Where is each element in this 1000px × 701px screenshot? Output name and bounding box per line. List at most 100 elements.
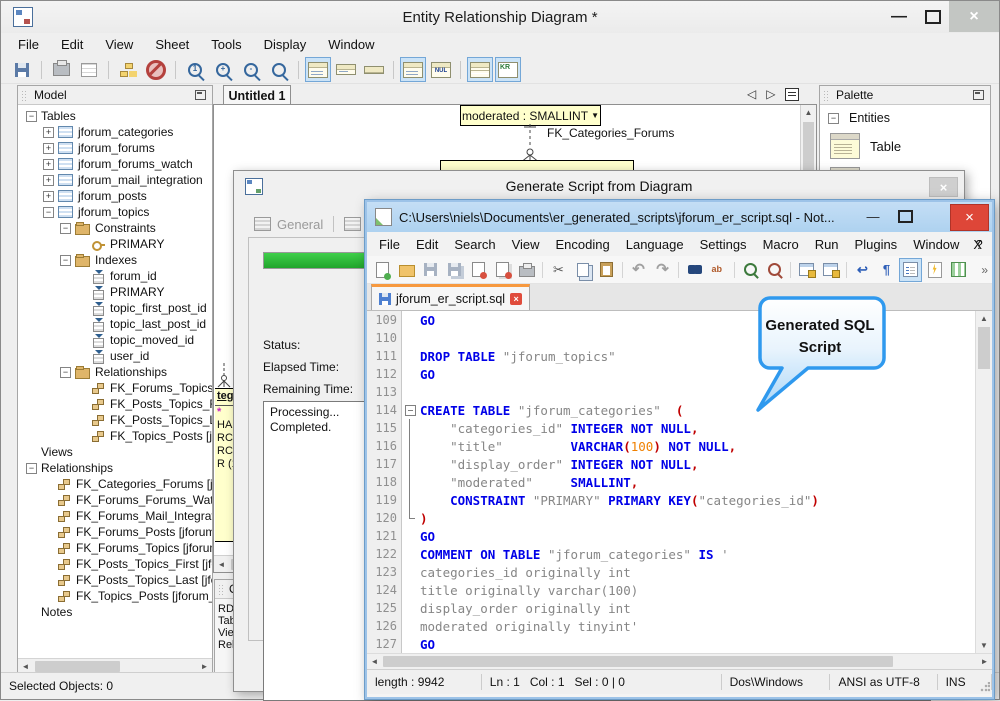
notepad-menu-edit[interactable]: Edit <box>408 234 446 255</box>
tree-item[interactable]: FK_Forums_Forums_Watch <box>18 492 212 508</box>
tree-item[interactable]: +jforum_categories <box>18 124 212 140</box>
tree-item[interactable]: +jforum_forums_watch <box>18 156 212 172</box>
tree-item[interactable]: −Constraints <box>18 220 212 236</box>
grid-icon[interactable] <box>76 57 102 82</box>
tree-item[interactable]: PRIMARY <box>18 284 212 300</box>
tree-expander-icon[interactable]: − <box>60 223 71 234</box>
collapse-icon[interactable]: − <box>828 113 839 124</box>
replace-icon[interactable] <box>707 258 730 282</box>
tab-second-icon[interactable] <box>344 217 361 231</box>
auto-layout-icon[interactable] <box>115 57 141 82</box>
scroll-up-icon[interactable]: ▲ <box>801 105 816 120</box>
cut-icon[interactable] <box>547 258 570 282</box>
view-types-icon[interactable] <box>400 57 426 82</box>
tree-expander-icon[interactable]: + <box>43 143 54 154</box>
notepad-menu-language[interactable]: Language <box>618 234 692 255</box>
notepad-menu-settings[interactable]: Settings <box>692 234 755 255</box>
tree-expander-icon[interactable]: + <box>43 175 54 186</box>
tree-item[interactable]: topic_first_post_id <box>18 300 212 316</box>
tree-expander-icon[interactable]: + <box>43 159 54 170</box>
fold-start-icon[interactable] <box>403 401 417 419</box>
find-icon[interactable] <box>683 258 706 282</box>
tree-item[interactable]: topic_moved_id <box>18 332 212 348</box>
notepad-menu-encoding[interactable]: Encoding <box>548 234 618 255</box>
undo-icon[interactable]: ↶ <box>627 258 650 282</box>
word-wrap-icon[interactable]: ↩ <box>851 258 874 282</box>
dialog-close-button[interactable]: × <box>929 177 958 197</box>
show-symbols-icon[interactable]: ¶ <box>875 258 898 282</box>
tree-item[interactable]: FK_Posts_Topics_Last [jforu <box>18 572 212 588</box>
macro-playback-icon[interactable] <box>923 258 946 282</box>
notepad-menu-view[interactable]: View <box>504 234 548 255</box>
editor-vscrollbar[interactable]: ▲ ▼ <box>975 311 992 653</box>
tree-item[interactable]: forum_id <box>18 268 212 284</box>
tree-item[interactable]: −jforum_topics <box>18 204 212 220</box>
new-file-icon[interactable] <box>371 258 394 282</box>
print-icon[interactable] <box>515 258 538 282</box>
view-nullable-icon[interactable] <box>428 57 454 82</box>
tree-expander-icon[interactable]: − <box>26 111 37 122</box>
close-all-icon[interactable] <box>491 258 514 282</box>
tree-item[interactable]: FK_Forums_Topics [jforum_ <box>18 540 212 556</box>
menu-edit[interactable]: Edit <box>50 34 94 55</box>
tab-close-icon[interactable]: × <box>510 293 522 305</box>
save-icon[interactable] <box>9 57 35 82</box>
disable-icon[interactable] <box>143 57 169 82</box>
zoom-in-icon[interactable] <box>739 258 762 282</box>
scroll-thumb[interactable] <box>978 327 990 369</box>
notepad-menu-file[interactable]: File <box>371 234 408 255</box>
tree-item[interactable]: FK_Topics_Posts [jforum_to <box>18 588 212 604</box>
scroll-down-icon[interactable]: ▼ <box>976 638 992 653</box>
float-panel-icon[interactable] <box>973 90 984 100</box>
tree-item[interactable]: PRIMARY <box>18 236 212 252</box>
menu-view[interactable]: View <box>94 34 144 55</box>
menu-tools[interactable]: Tools <box>200 34 252 55</box>
tree-item[interactable]: −Tables <box>18 108 212 124</box>
entity-jforum-categories-bottom[interactable]: moderated : SMALLINT ▼ <box>460 105 601 126</box>
tree-item[interactable]: FK_Topics_Posts [jf <box>18 428 212 444</box>
close-button[interactable]: × <box>950 204 989 231</box>
zoom-tool-icon[interactable] <box>266 57 292 82</box>
copy-icon[interactable] <box>571 258 594 282</box>
notepad-menu-search[interactable]: Search <box>446 234 503 255</box>
document-map-icon[interactable] <box>947 258 970 282</box>
model-panel-header[interactable]: Model <box>18 86 212 105</box>
float-panel-icon[interactable] <box>195 90 206 100</box>
zoom-actual-icon[interactable]: 1 <box>182 57 208 82</box>
view-attributes-icon[interactable] <box>305 57 331 82</box>
scroll-left-icon[interactable]: ◄ <box>214 557 229 572</box>
tree-expander-icon[interactable]: + <box>43 127 54 138</box>
menu-file[interactable]: File <box>7 34 50 55</box>
tree-item[interactable]: +jforum_mail_integration <box>18 172 212 188</box>
file-tab[interactable]: jforum_er_script.sql × <box>371 284 530 310</box>
open-icon[interactable] <box>395 258 418 282</box>
tree-item[interactable]: +jforum_posts <box>18 188 212 204</box>
minimize-button[interactable]: — <box>858 205 888 227</box>
view-compact-icon[interactable] <box>333 57 359 82</box>
tree-item[interactable]: FK_Posts_Topics_La <box>18 412 212 428</box>
toolbar-overflow-icon[interactable]: » <box>981 263 988 277</box>
menu-sheet[interactable]: Sheet <box>144 34 200 55</box>
palette-item-table[interactable]: Table <box>820 129 990 163</box>
menu-window[interactable]: Window <box>317 34 385 55</box>
view-header-icon[interactable] <box>361 57 387 82</box>
tree-item[interactable]: user_id <box>18 348 212 364</box>
maximize-button[interactable] <box>917 1 949 32</box>
tree-item[interactable]: FK_Forums_Posts [jforum_f <box>18 524 212 540</box>
next-tab-icon[interactable]: ▷ <box>766 87 775 101</box>
scroll-up-icon[interactable]: ▲ <box>976 311 992 326</box>
view-foreign-key-icon[interactable] <box>495 57 521 82</box>
tree-item[interactable]: FK_Posts_Topics_Fir <box>18 396 212 412</box>
scroll-left-icon[interactable]: ◄ <box>367 654 382 669</box>
tree-item[interactable]: topic_last_post_id <box>18 316 212 332</box>
tree-item[interactable]: Notes <box>18 604 212 620</box>
tree-item[interactable]: FK_Forums_Topics [ <box>18 380 212 396</box>
tree-item[interactable]: FK_Categories_Forums [jfor <box>18 476 212 492</box>
sync-vertical-icon[interactable] <box>795 258 818 282</box>
tree-item[interactable]: −Relationships <box>18 460 212 476</box>
tree-item[interactable]: +jforum_forums <box>18 140 212 156</box>
editor-hscrollbar[interactable]: ◄ ► <box>367 653 992 669</box>
resize-grip[interactable] <box>980 682 990 692</box>
sync-horizontal-icon[interactable] <box>819 258 842 282</box>
tree-item[interactable]: Views <box>18 444 212 460</box>
